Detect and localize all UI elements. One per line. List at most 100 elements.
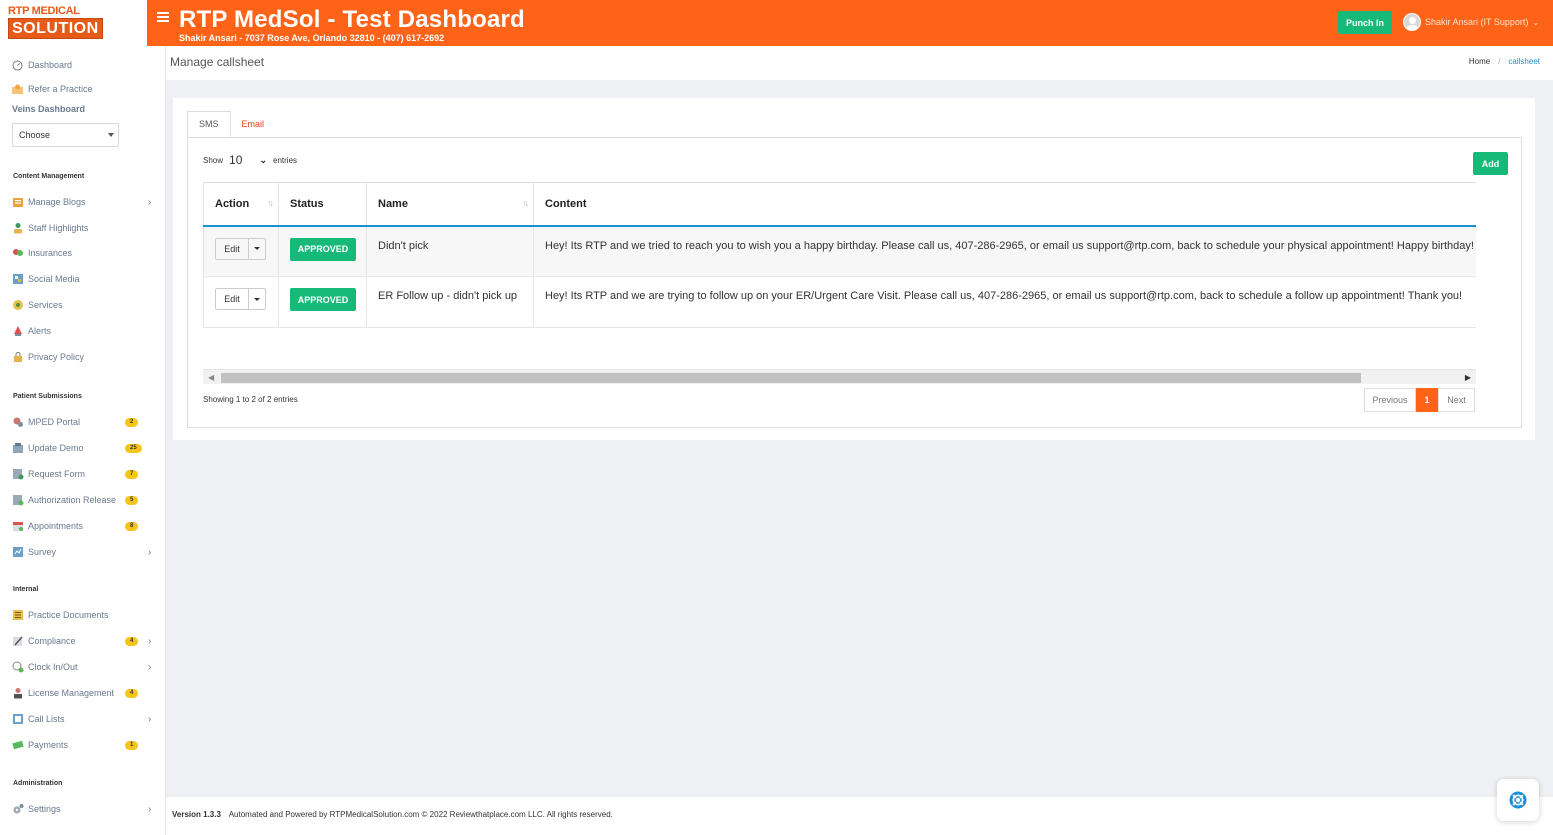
- edit-split-button: Edit: [215, 237, 266, 260]
- sidebar-item-services[interactable]: Services: [11, 297, 161, 313]
- alert-icon: [11, 325, 24, 338]
- sidebar-item-label: Practice Documents: [28, 610, 109, 620]
- sidebar-item-label: Clock In/Out: [28, 662, 78, 672]
- authorization-icon: [11, 494, 24, 507]
- edit-button[interactable]: Edit: [216, 238, 249, 259]
- table-row: Edit APPROVED Didn't pick Hey! Its RTP a…: [203, 225, 1476, 277]
- footer-text: Version 1.3.3 Automated and Powered by R…: [172, 810, 613, 819]
- count-badge: 8: [125, 521, 139, 531]
- sidebar-item-label: Update Demo: [28, 443, 84, 453]
- blog-icon: [11, 196, 24, 209]
- column-header-action[interactable]: Action ↑↓: [203, 182, 279, 227]
- caret-down-icon: [254, 247, 260, 250]
- edit-button[interactable]: Edit: [216, 289, 249, 309]
- sidebar-item-settings[interactable]: Settings ›: [11, 801, 161, 817]
- breadcrumb-home[interactable]: Home: [1469, 57, 1490, 66]
- page-length-value: 10: [229, 153, 243, 167]
- count-badge: 1: [125, 740, 139, 750]
- sidebar-item-label: Settings: [28, 804, 61, 814]
- sidebar-item-appointments[interactable]: Appointments 8: [11, 518, 161, 534]
- horizontal-scrollbar[interactable]: ◀ ▶: [203, 369, 1476, 384]
- section-content-management: Content Management: [13, 173, 85, 180]
- sidebar-item-request-form[interactable]: Request Form 7: [11, 466, 161, 482]
- social-icon: [11, 273, 24, 286]
- scrollbar-thumb[interactable]: [221, 373, 1361, 383]
- sidebar-item-staff-highlights[interactable]: Staff Highlights: [11, 220, 161, 236]
- brand-logo[interactable]: RTP MEDICAL SOLUTION: [0, 0, 147, 46]
- callsheet-card: SMS Email Add Show 10 ⌄ entries Action ↑↓…: [173, 98, 1535, 440]
- tab-email[interactable]: Email: [231, 111, 276, 137]
- sidebar-item-survey[interactable]: Survey ›: [11, 544, 161, 560]
- column-header-content[interactable]: Content: [533, 182, 1476, 227]
- menu-toggle-icon[interactable]: [157, 12, 169, 22]
- chevron-down-icon: ⌄: [259, 154, 268, 165]
- call-list-icon: [11, 713, 24, 726]
- sidebar-item-alerts[interactable]: Alerts: [11, 323, 161, 339]
- sidebar-item-label: Appointments: [28, 521, 84, 531]
- app-subtitle: Shakir Ansari - 7037 Rose Ave, Orlando 3…: [179, 33, 445, 43]
- sidebar-item-license-management[interactable]: License Management 4: [11, 685, 161, 701]
- help-button[interactable]: [1497, 779, 1539, 821]
- logo-bottom-text: SOLUTION: [8, 18, 103, 39]
- table-row: Edit APPROVED ER Follow up - didn't pick…: [203, 276, 1476, 328]
- pagination-previous[interactable]: Previous: [1364, 388, 1416, 412]
- count-badge: 7: [125, 469, 139, 479]
- sidebar-item-dashboard[interactable]: Dashboard: [11, 57, 161, 73]
- page-header: Manage callsheet Home / callsheet: [166, 46, 1553, 80]
- sidebar-item-update-demo[interactable]: Update Demo 25: [11, 440, 161, 456]
- top-bar: RTP MEDICAL SOLUTION RTP MedSol - Test D…: [0, 0, 1553, 46]
- tab-sms[interactable]: SMS: [187, 111, 231, 137]
- sidebar-item-mped-portal[interactable]: MPED Portal 2: [11, 414, 161, 430]
- page-title: Manage callsheet: [170, 55, 265, 69]
- sidebar-item-practice-documents[interactable]: Practice Documents: [11, 607, 161, 623]
- sidebar-item-social-media[interactable]: Social Media: [11, 271, 161, 287]
- sidebar: Dashboard Refer a Practice Veins Dashboa…: [0, 46, 166, 835]
- update-icon: [11, 442, 24, 455]
- callsheet-table: Action ↑↓ Status Name ↑↓ Content Edit APPR…: [203, 182, 1476, 328]
- column-header-name[interactable]: Name ↑↓: [366, 182, 534, 227]
- sidebar-item-privacy-policy[interactable]: Privacy Policy: [11, 349, 161, 365]
- sidebar-item-compliance[interactable]: Compliance 4 ›: [11, 633, 161, 649]
- table-header-row: Action ↑↓ Status Name ↑↓ Content: [203, 182, 1476, 227]
- veins-dashboard-label: Veins Dashboard: [12, 104, 86, 114]
- form-icon: [11, 468, 24, 481]
- avatar: [1403, 13, 1421, 31]
- status-badge: APPROVED: [290, 288, 356, 311]
- sidebar-item-label: Refer a Practice: [28, 84, 93, 94]
- sidebar-item-manage-blogs[interactable]: Manage Blogs ›: [11, 194, 161, 210]
- footer: Version 1.3.3 Automated and Powered by R…: [166, 797, 1553, 835]
- dashboard-icon: [11, 59, 24, 72]
- services-icon: [11, 299, 24, 312]
- veins-dashboard-select[interactable]: Choose: [12, 123, 119, 147]
- scroll-left-icon[interactable]: ◀: [208, 373, 214, 382]
- insurance-icon: [11, 247, 24, 260]
- page-length-select[interactable]: 10 ⌄: [229, 153, 267, 167]
- column-header-status[interactable]: Status: [278, 182, 367, 227]
- scroll-right-icon[interactable]: ▶: [1465, 373, 1471, 382]
- sidebar-item-payments[interactable]: Payments 1: [11, 737, 161, 753]
- sidebar-item-authorization-release[interactable]: Authorization Release 5: [11, 492, 161, 508]
- sidebar-item-label: MPED Portal: [28, 417, 81, 427]
- sidebar-item-call-lists[interactable]: Call Lists ›: [11, 711, 161, 727]
- calendar-icon: [11, 520, 24, 533]
- lock-icon: [11, 351, 24, 364]
- sidebar-item-label: Social Media: [28, 274, 80, 284]
- user-name: Shakir Ansari (IT Support): [1425, 17, 1529, 27]
- page-length-control: Show 10 ⌄ entries: [203, 153, 297, 167]
- version-label: Version 1.3.3: [172, 810, 221, 819]
- pagination: Previous 1 Next: [1364, 388, 1475, 412]
- sidebar-item-refer[interactable]: Refer a Practice: [11, 81, 161, 97]
- breadcrumb-current: callsheet: [1508, 57, 1540, 66]
- pagination-next[interactable]: Next: [1438, 388, 1475, 412]
- compliance-icon: [11, 635, 24, 648]
- punch-in-button[interactable]: Punch In: [1338, 11, 1392, 34]
- add-button[interactable]: Add: [1473, 152, 1508, 175]
- sidebar-item-insurances[interactable]: Insurances: [11, 245, 161, 261]
- pagination-page[interactable]: 1: [1416, 388, 1438, 412]
- sidebar-item-clock-in-out[interactable]: Clock In/Out ›: [11, 659, 161, 675]
- survey-icon: [11, 546, 24, 559]
- dropdown-toggle[interactable]: [249, 239, 265, 259]
- user-menu[interactable]: Shakir Ansari (IT Support) ⌄: [1403, 12, 1539, 32]
- dropdown-toggle[interactable]: [249, 289, 265, 309]
- sidebar-item-label: License Management: [28, 688, 115, 698]
